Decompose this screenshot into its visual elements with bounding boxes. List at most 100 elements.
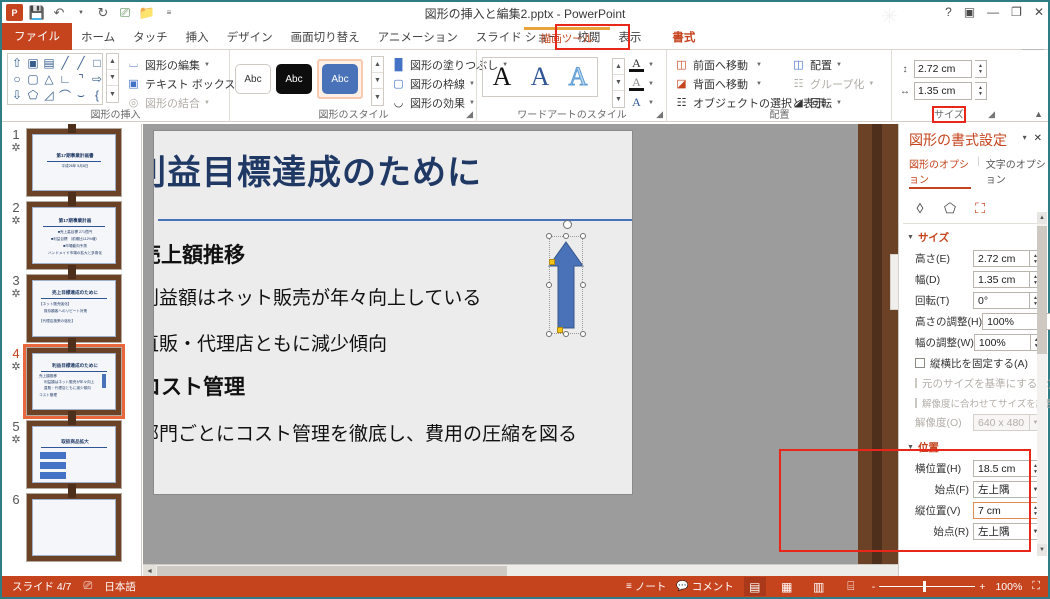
shape-styles-gallery-scroll[interactable]: ▲ ▼ ▼ — [371, 56, 384, 106]
input-scale-width[interactable]: 100% — [973, 334, 1031, 351]
tab-animations[interactable]: アニメーション — [369, 25, 467, 50]
thumbnail-image-5[interactable]: 取扱商品拡大 — [26, 416, 122, 493]
shape-width-spinner[interactable]: ▲ ▼ — [975, 82, 987, 100]
chevron-down-icon[interactable]: ▼ — [204, 62, 210, 68]
thumbnail-image-3[interactable]: 売上目標達成のために 【ネット販売強化】 既存顧客へのリピート対策 【代理店施策… — [26, 270, 122, 347]
shape-down-arrow-icon[interactable]: ⇩ — [9, 87, 25, 103]
horizontal-scroll-thumb[interactable] — [157, 566, 507, 576]
chevron-down-icon-12[interactable]: ▼ — [836, 62, 842, 68]
wordart-preset-1[interactable]: A — [485, 60, 519, 94]
scroll-left-icon[interactable]: ◄ — [143, 565, 156, 576]
tab-home[interactable]: ホーム — [72, 25, 124, 50]
slide-body-line-2[interactable]: 利益額はネット販売が年々向上している — [154, 283, 481, 310]
thumbnail-image-2[interactable]: 第17期事業計画 ■売上高目標 271億円 ■利益目標 （前期比112%増） ■… — [26, 197, 122, 274]
chevron-down-icon-11[interactable]: ▼ — [756, 81, 762, 87]
shapes-gallery[interactable]: ⇧ ▣ ▤ ╱ ╱ □ ○ ▢ △ ∟ ⌝ ⇨ ⇩ ⬠ ◿ ⌒ ⌣ { — [7, 53, 103, 105]
shape-freeform-icon[interactable]: ◿ — [41, 87, 57, 103]
rotation-handle[interactable] — [563, 220, 572, 229]
shape-pentagon-icon[interactable]: ⬠ — [25, 87, 41, 103]
shape-brace-icon[interactable]: { — [89, 87, 105, 103]
restore-button[interactable]: ❐ — [1011, 4, 1022, 20]
shape-curve-icon[interactable]: ⌣ — [73, 87, 89, 103]
section-header-position[interactable]: ▼ 位置 — [899, 436, 1048, 458]
wordart-more-icon[interactable]: ▼ — [613, 91, 624, 107]
fit-to-window-button[interactable]: ⛶ — [1032, 580, 1040, 593]
shape-height-input[interactable]: 2.72 cm — [914, 60, 972, 78]
handle-bottom-center[interactable] — [563, 331, 569, 337]
input-height[interactable]: 2.72 cm — [973, 250, 1030, 267]
shape-triangle-icon[interactable]: △ — [41, 71, 57, 87]
row-lock-aspect[interactable]: 縦横比を固定する(A) — [899, 353, 1048, 373]
shape-rectangle-icon[interactable]: □ — [89, 55, 105, 71]
tab-file[interactable]: ファイル — [2, 23, 72, 50]
notes-button[interactable]: ≡ ノート — [626, 579, 666, 594]
adjustment-handle-top[interactable] — [549, 259, 555, 265]
shape-arc-icon[interactable]: ⌒ — [57, 87, 73, 103]
wordart-preset-3[interactable]: A — [561, 60, 595, 94]
handle-top-left[interactable] — [546, 233, 552, 239]
pane-close-icon[interactable]: ✕ — [1034, 133, 1042, 144]
input-horizontal-position[interactable]: 18.5 cm — [973, 460, 1030, 477]
chevron-down-icon-9[interactable]: ▼ — [648, 100, 654, 106]
shape-right-arrow-icon[interactable]: ⇨ — [89, 71, 105, 87]
zoom-slider[interactable]: - + — [872, 581, 986, 593]
handle-bottom-left[interactable] — [546, 331, 552, 337]
section-collapse-icon-position[interactable]: ▼ — [907, 444, 914, 451]
size-properties-icon[interactable]: ⛶ — [971, 199, 989, 217]
text-outline-button[interactable]: A ▼ — [629, 74, 654, 93]
thumbnail-slide-6[interactable]: 6 — [2, 489, 141, 562]
ribbon-display-options-button[interactable]: ▣ — [964, 4, 975, 20]
thumbnail-slide-1[interactable]: 1 ✲ 第17期事業計画書 平成26年 5月8日 — [2, 124, 141, 201]
section-header-size[interactable]: ▼ サイズ — [899, 226, 1048, 248]
thumbnail-image[interactable]: 第17期事業計画書 平成26年 5月8日 — [26, 124, 122, 201]
slide-canvas[interactable]: 利益目標達成のために 売上額推移 利益額はネット販売が年々向上している 直販・代… — [153, 130, 633, 495]
thumbnail-slide-2[interactable]: 2 ✲ 第17期事業計画 ■売上高目標 271億円 ■利益目標 （前期比112%… — [2, 197, 141, 274]
language-indicator[interactable]: 日本語 — [104, 579, 136, 594]
collapse-ribbon-button[interactable]: ▲ — [1034, 109, 1043, 119]
tab-transitions[interactable]: 画面切り替え — [282, 25, 369, 50]
size-dialog-launcher[interactable]: ◢ — [988, 109, 995, 120]
help-button[interactable]: ? — [945, 4, 952, 20]
chevron-down-icon-8[interactable]: ▼ — [648, 81, 654, 87]
shape-vertical-text-icon[interactable]: ▤ — [41, 55, 57, 71]
minimize-button[interactable]: — — [987, 4, 999, 20]
handle-bottom-right[interactable] — [580, 331, 586, 337]
wordart-scroll-up-icon[interactable]: ▲ — [613, 59, 624, 75]
tab-touch[interactable]: タッチ — [124, 25, 177, 50]
adjustment-handle-bottom[interactable] — [557, 327, 563, 333]
shape-height-spinner[interactable]: ▲ ▼ — [975, 60, 987, 78]
section-collapse-icon-size[interactable]: ▼ — [907, 234, 914, 241]
handle-mid-left[interactable] — [546, 282, 552, 288]
thumbnail-image-6[interactable] — [26, 489, 122, 562]
pane-scroll-down-icon[interactable]: ▼ — [1037, 544, 1047, 556]
zoom-out-button[interactable]: - — [872, 581, 876, 593]
text-box-button[interactable]: ▣ テキスト ボックス ▼ — [126, 74, 245, 93]
slide-title[interactable]: 利益目標達成のために — [154, 145, 482, 194]
shape-up-arrow-icon[interactable]: ⇧ — [9, 55, 25, 71]
chevron-down-icon-6[interactable]: ▼ — [469, 100, 475, 106]
horizontal-scrollbar[interactable]: ◄ — [143, 564, 898, 576]
tab-shape-options[interactable]: 図形のオプション — [909, 156, 972, 189]
thumbnail-slide-5[interactable]: 5 ✲ 取扱商品拡大 — [2, 416, 141, 493]
wordart-scroll-down-icon[interactable]: ▼ — [613, 75, 624, 91]
shape-styles-dialog-launcher[interactable]: ◢ — [466, 109, 473, 120]
slide-body-line-3[interactable]: 直販・代理店ともに減少傾向 — [154, 329, 387, 356]
edit-shape-button[interactable]: ⌴ 図形の編集 ▼ — [126, 55, 245, 74]
checkbox-lock-aspect[interactable] — [915, 358, 925, 368]
fill-line-icon[interactable]: ◊ — [911, 199, 929, 217]
zoom-in-button[interactable]: + — [979, 581, 985, 593]
pane-options-icon[interactable]: ▾ — [1023, 133, 1027, 144]
tab-design[interactable]: デザイン — [218, 25, 282, 50]
spellcheck-icon[interactable]: ⎚ — [84, 580, 93, 593]
shape-style-preset-1[interactable]: Abc — [235, 64, 271, 94]
shape-width-input[interactable]: 1.35 cm — [914, 82, 972, 100]
normal-view-button[interactable]: ▤ — [743, 577, 766, 596]
shape-elbow-icon[interactable]: ∟ — [57, 71, 73, 87]
close-button[interactable]: ✕ — [1034, 4, 1044, 20]
gallery-more-icon[interactable]: ▼ — [107, 86, 118, 102]
chevron-down-icon-14[interactable]: ▼ — [836, 100, 842, 106]
style-scroll-down-icon[interactable]: ▼ — [372, 73, 383, 89]
shape-oval-icon[interactable]: ○ — [9, 71, 25, 87]
input-vertical-position[interactable]: 7 cm — [973, 502, 1030, 519]
shape-textbox-icon[interactable]: ▣ — [25, 55, 41, 71]
